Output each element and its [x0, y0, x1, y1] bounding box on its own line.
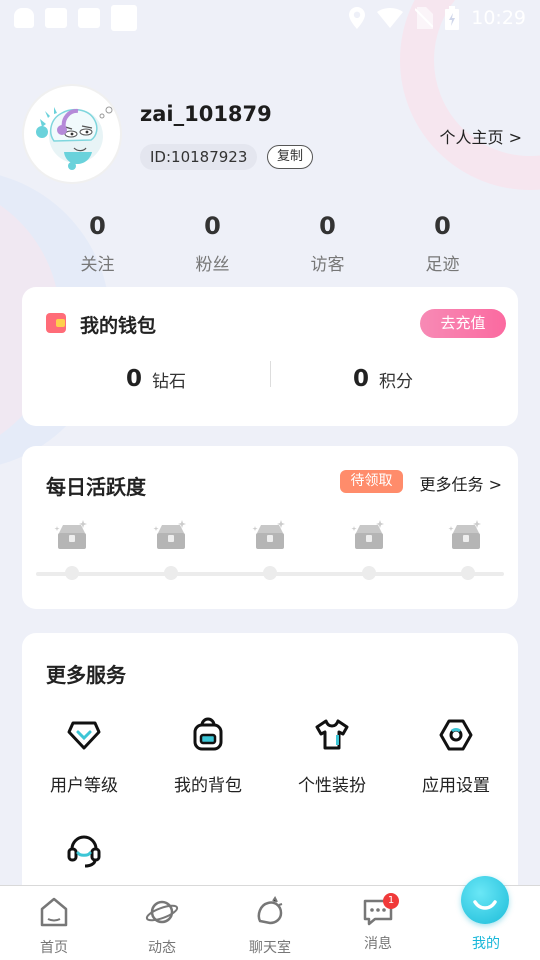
notification-icon [14, 8, 34, 28]
service-settings[interactable]: 应用设置 [394, 717, 518, 796]
backpack-icon [193, 717, 223, 751]
app-notification-icon [78, 8, 100, 28]
wallet-balances: 0 钻石 0 积分 [22, 359, 518, 399]
service-dress-up[interactable]: 个性装扮 [270, 717, 394, 796]
chest-icon[interactable] [446, 516, 486, 556]
service-label: 个性装扮 [298, 776, 366, 796]
service-label: 我的背包 [174, 776, 242, 796]
service-user-level[interactable]: 用户等级 [22, 717, 146, 796]
settings-icon [439, 719, 473, 751]
stat-footprints[interactable]: 0 足迹 [385, 210, 500, 275]
bottom-tab-bar: 首页 动态 聊天室 1 消息 我的 [0, 885, 540, 960]
wallet-title: 我的钱包 [80, 315, 157, 337]
points-value: 0 [353, 366, 370, 392]
pending-claim-badge[interactable]: 待领取 [340, 470, 403, 493]
stat-value: 0 [204, 212, 221, 240]
service-label: 应用设置 [422, 776, 490, 796]
customer-service-icon [67, 835, 101, 868]
user-id-badge: ID:10187923 [140, 144, 258, 170]
diamond-value: 0 [126, 366, 143, 392]
message-icon-wrap: 1 [361, 893, 399, 929]
tab-label: 我的 [472, 936, 500, 952]
unread-badge: 1 [383, 893, 399, 909]
tab-feed[interactable]: 动态 [108, 886, 216, 960]
stat-value: 0 [319, 212, 336, 240]
username: zai_101879 [140, 102, 272, 126]
daily-activity-title: 每日活跃度 [46, 475, 146, 499]
app-notification-icon [111, 5, 137, 31]
wifi-icon [377, 8, 404, 28]
daily-activity-card: 每日活跃度 待领取 更多任务 > [22, 446, 518, 609]
chest-row [36, 516, 506, 556]
tab-messages[interactable]: 1 消息 [324, 886, 432, 960]
stat-label: 关注 [80, 255, 115, 275]
no-sim-icon [415, 7, 434, 29]
chatroom-icon [257, 896, 283, 925]
divider [270, 361, 271, 387]
stat-visitors[interactable]: 0 访客 [270, 210, 385, 275]
copy-id-button[interactable]: 复制 [267, 145, 314, 169]
stat-label: 粉丝 [195, 255, 230, 275]
diamond-icon [67, 721, 101, 750]
points-balance[interactable]: 0 积分 [353, 359, 413, 399]
tab-label: 聊天室 [249, 940, 291, 956]
battery-icon [445, 6, 460, 30]
chest-icon[interactable] [151, 516, 191, 556]
wallet-card[interactable]: 我的钱包 去充值 0 钻石 0 积分 [22, 287, 518, 426]
service-customer-support[interactable] [22, 833, 146, 873]
progress-node [164, 566, 178, 580]
chest-icon[interactable] [349, 516, 389, 556]
dinosaur-avatar-icon [36, 106, 113, 170]
stat-label: 访客 [310, 255, 345, 275]
stats-row: 0 关注 0 粉丝 0 访客 0 足迹 [40, 210, 500, 275]
service-label: 用户等级 [50, 776, 118, 796]
shirt-icon [315, 719, 349, 750]
tab-home[interactable]: 首页 [0, 886, 108, 960]
profile-header: zai_101879 ID:10187923 复制 个人主页 > [22, 84, 522, 184]
tab-chatroom[interactable]: 聊天室 [216, 886, 324, 960]
tab-label: 首页 [40, 940, 68, 956]
stat-fans[interactable]: 0 粉丝 [155, 210, 270, 275]
personal-homepage-link[interactable]: 个人主页 > [440, 124, 523, 148]
stat-label: 足迹 [425, 255, 460, 275]
image-notification-icon [45, 8, 67, 28]
progress-node [65, 566, 79, 580]
status-time: 10:29 [471, 7, 526, 29]
chest-icon[interactable] [250, 516, 290, 556]
status-bar: 10:29 [0, 0, 540, 36]
stat-value: 0 [434, 212, 451, 240]
diamond-label: 钻石 [152, 371, 187, 392]
stat-following[interactable]: 0 关注 [40, 210, 155, 275]
stat-value: 0 [89, 212, 106, 240]
location-icon [349, 7, 366, 29]
services-title: 更多服务 [46, 663, 126, 687]
progress-node [461, 566, 475, 580]
tab-label: 消息 [364, 936, 392, 952]
wallet-icon [46, 313, 66, 333]
home-icon [40, 897, 68, 927]
chest-icon[interactable] [52, 516, 92, 556]
diamond-balance[interactable]: 0 钻石 [126, 359, 186, 399]
service-backpack[interactable]: 我的背包 [146, 717, 270, 796]
tab-label: 动态 [148, 940, 176, 956]
progress-node [362, 566, 376, 580]
progress-node [263, 566, 277, 580]
more-tasks-link[interactable]: 更多任务 > [420, 471, 503, 495]
profile-icon[interactable] [461, 876, 509, 924]
planet-icon [145, 900, 179, 924]
recharge-button[interactable]: 去充值 [420, 309, 506, 338]
avatar[interactable] [22, 84, 122, 184]
points-label: 积分 [379, 371, 414, 392]
more-services-card: 更多服务 用户等级 我的背包 个性装扮 应用设置 [22, 633, 518, 903]
